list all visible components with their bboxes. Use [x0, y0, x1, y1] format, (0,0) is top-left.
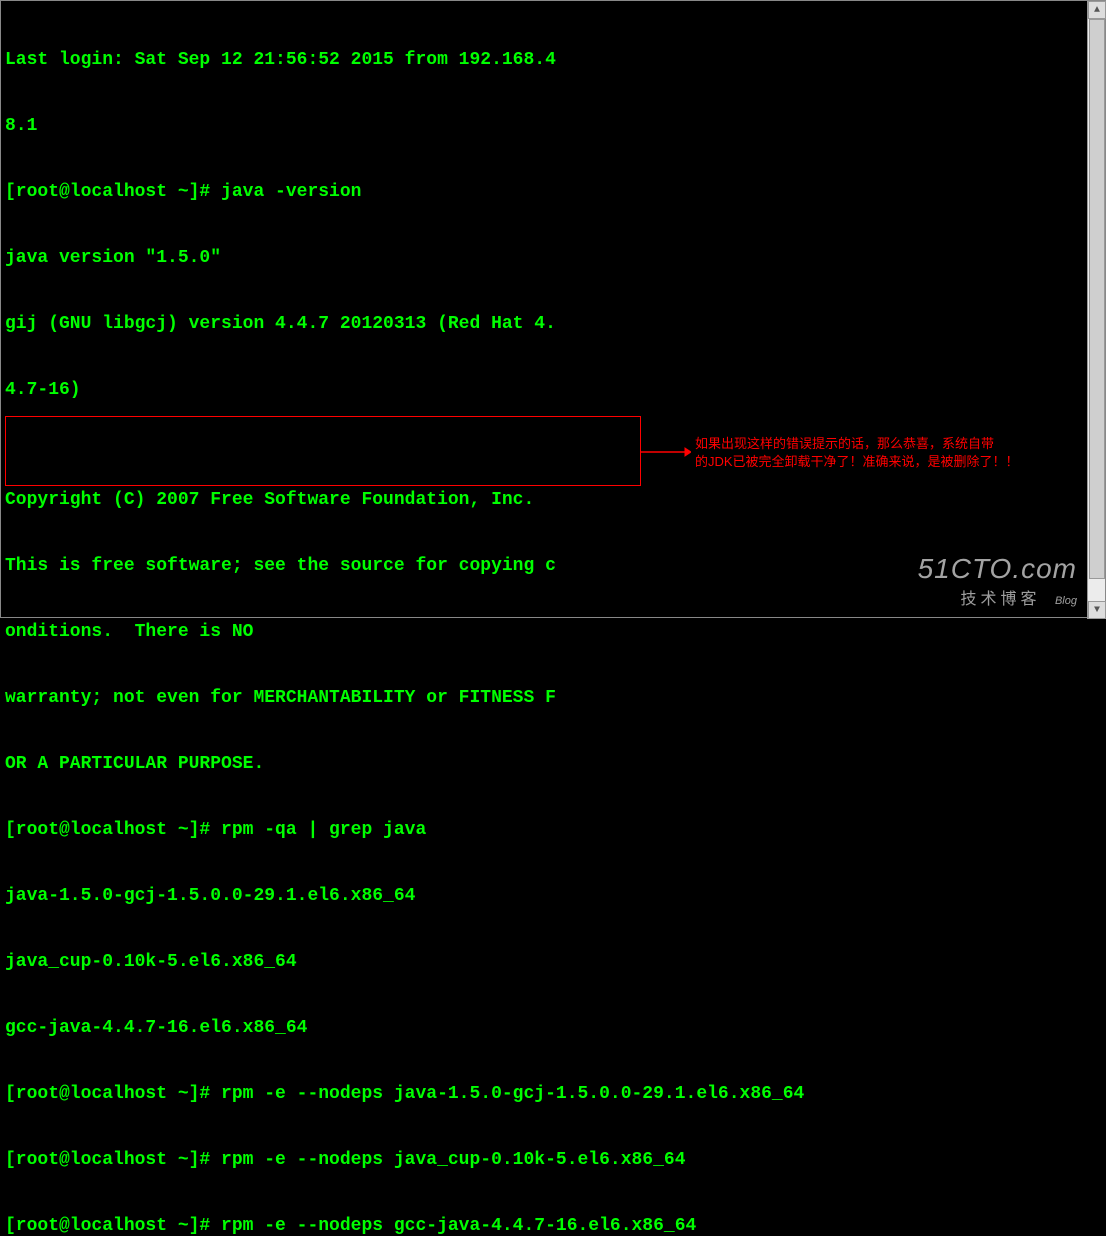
scroll-thumb[interactable] — [1089, 19, 1105, 579]
terminal-line: java-1.5.0-gcj-1.5.0.0-29.1.el6.x86_64 — [5, 885, 1101, 907]
scroll-up-button[interactable]: ▲ — [1088, 1, 1106, 19]
arrow-right-icon — [641, 446, 691, 458]
terminal-line: 8.1 — [5, 115, 1101, 137]
watermark: 51CTO.com 技术博客 Blog — [918, 553, 1077, 609]
terminal-line: [root@localhost ~]# rpm -e --nodeps gcc-… — [5, 1215, 1101, 1236]
annotation-text: 如果出现这样的错误提示的话，那么恭喜，系统自带 的JDK已被完全卸载干净了！准确… — [695, 435, 1055, 471]
annotation-line: 如果出现这样的错误提示的话，那么恭喜，系统自带 — [695, 436, 994, 451]
terminal-line: [root@localhost ~]# rpm -e --nodeps java… — [5, 1149, 1101, 1171]
terminal-line: [root@localhost ~]# rpm -qa | grep java — [5, 819, 1101, 841]
terminal-line: onditions. There is NO — [5, 621, 1101, 643]
terminal-line: warranty; not even for MERCHANTABILITY o… — [5, 687, 1101, 709]
terminal-line: Copyright (C) 2007 Free Software Foundat… — [5, 489, 1101, 511]
terminal-output[interactable]: Last login: Sat Sep 12 21:56:52 2015 fro… — [1, 1, 1105, 1236]
terminal-line: [root@localhost ~]# java -version — [5, 181, 1101, 203]
terminal-line: [root@localhost ~]# rpm -e --nodeps java… — [5, 1083, 1101, 1105]
scroll-down-button[interactable]: ▼ — [1088, 601, 1106, 619]
caret-down-icon: ▼ — [1094, 605, 1100, 616]
annotation-line: 的JDK已被完全卸载干净了！准确来说，是被删除了！！ — [695, 454, 1019, 469]
vertical-scrollbar[interactable]: ▲ ▼ — [1087, 1, 1105, 619]
terminal-line: gij (GNU libgcj) version 4.4.7 20120313 … — [5, 313, 1101, 335]
terminal-line: java version "1.5.0" — [5, 247, 1101, 269]
terminal-line: 4.7-16) — [5, 379, 1101, 401]
terminal-line: OR A PARTICULAR PURPOSE. — [5, 753, 1101, 775]
caret-up-icon: ▲ — [1094, 5, 1100, 16]
watermark-url: 51CTO.com — [918, 553, 1077, 585]
terminal-line: gcc-java-4.4.7-16.el6.x86_64 — [5, 1017, 1101, 1039]
terminal-line: java_cup-0.10k-5.el6.x86_64 — [5, 951, 1101, 973]
terminal-line: Last login: Sat Sep 12 21:56:52 2015 fro… — [5, 49, 1101, 71]
watermark-subtitle: 技术博客 Blog — [918, 585, 1077, 609]
